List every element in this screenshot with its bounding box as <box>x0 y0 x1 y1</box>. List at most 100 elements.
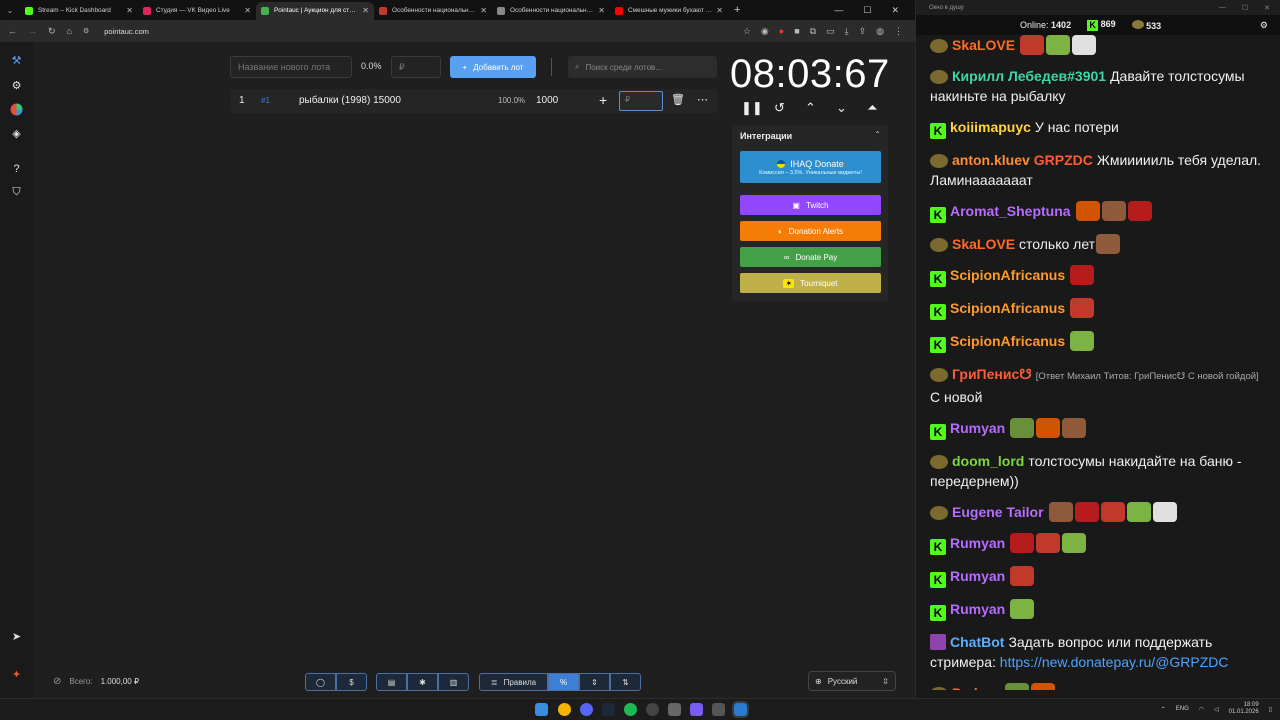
extension-icon[interactable]: ◉ <box>761 26 769 37</box>
compact-mode-button[interactable]: ⇕ <box>579 673 610 691</box>
chat-username[interactable]: ScipionAfricanus <box>950 300 1065 316</box>
steam-icon[interactable] <box>602 703 615 716</box>
wifi-icon[interactable]: ◠ <box>1199 706 1204 713</box>
bookmark-star-icon[interactable]: ☆ <box>743 26 751 37</box>
clear-button[interactable]: ▥ <box>438 673 469 691</box>
rules-button[interactable]: ≣ Правила <box>479 673 548 691</box>
chat-username[interactable]: ScipionAfricanus <box>950 267 1065 283</box>
maximize-icon[interactable]: ☐ <box>863 5 871 16</box>
shield-icon[interactable]: ⛉ <box>9 185 24 200</box>
save-button[interactable]: ▤ <box>376 673 407 691</box>
auction-hammer-icon[interactable]: ⚒ <box>9 53 24 68</box>
app-icon[interactable] <box>690 703 703 716</box>
add-lot-button[interactable]: + Добавить лот <box>450 56 536 78</box>
ihaq-donate-button[interactable]: IHAQ Donate Комиссия – 3,5%. Уникальные … <box>740 151 881 183</box>
reset-icon[interactable]: ↺ <box>772 100 787 116</box>
close-icon[interactable]: ✕ <box>1264 4 1270 12</box>
extension-icon[interactable]: ● <box>779 26 784 37</box>
twitch-button[interactable]: ▣ Twitch <box>740 195 881 215</box>
app-icon[interactable] <box>668 703 681 716</box>
tab-close-icon[interactable]: ✕ <box>126 6 133 15</box>
telegram-icon[interactable]: ➤ <box>9 629 24 644</box>
downloads-icon[interactable]: ⤓ <box>845 26 849 37</box>
settings-gear-icon[interactable]: ⚙ <box>9 78 24 93</box>
lot-bet-input[interactable]: ₽ <box>619 91 663 111</box>
chat-username[interactable]: koiiimapuyc <box>950 119 1031 135</box>
chat-username[interactable]: Rumyan <box>950 420 1005 436</box>
tab-search-icon[interactable]: ⌄ <box>0 6 20 15</box>
forward-icon[interactable]: → <box>28 26 37 36</box>
browser-tab[interactable]: Особенности национальной рыб ✕ <box>374 2 492 20</box>
notifications-icon[interactable]: ▯ <box>1269 706 1272 713</box>
lang-indicator[interactable]: ENG <box>1176 706 1189 712</box>
browser-tab[interactable]: Pointauc | Аукцион для стрима ✕ <box>256 1 374 20</box>
maximize-icon[interactable]: ☐ <box>1242 4 1248 12</box>
chat-username[interactable]: ScipionAfricanus <box>950 333 1065 349</box>
pause-icon[interactable]: ❚❚ <box>741 100 763 116</box>
collapse-chevron-icon[interactable]: ⌃ <box>874 130 881 139</box>
clock[interactable]: 18:09 01.01.2026 <box>1229 702 1259 716</box>
new-lot-amount-input[interactable] <box>391 56 441 78</box>
tab-close-icon[interactable]: ✕ <box>480 6 487 15</box>
url-field[interactable]: pointauc.com <box>104 27 149 36</box>
minimize-icon[interactable]: — <box>1219 4 1226 12</box>
github-button[interactable]: ◯ <box>305 673 336 691</box>
language-select[interactable]: ⊕ Русский ⇳ <box>808 671 896 691</box>
chat-username[interactable]: anton.kluev <box>952 152 1030 168</box>
home-icon[interactable]: ⌂ <box>67 26 72 36</box>
lot-search-input[interactable]: ⌕ Поиск среди лотов... <box>568 56 717 78</box>
discord-icon[interactable] <box>580 703 593 716</box>
sort-button[interactable]: ⇅ <box>610 673 641 691</box>
close-icon[interactable]: ✕ <box>891 5 899 16</box>
help-icon[interactable]: ? <box>9 161 24 176</box>
add-time-chevron-up-icon[interactable]: ⌃ <box>803 100 818 116</box>
chrome-icon[interactable] <box>558 703 571 716</box>
site-info-icon[interactable]: ⚙ <box>83 27 89 35</box>
tourniquet-button[interactable]: ✶ Tourniquet <box>740 273 881 293</box>
tab-close-icon[interactable]: ✕ <box>716 6 723 15</box>
profile-avatar[interactable]: ◍ <box>876 26 884 37</box>
chat-username[interactable]: ChatBot <box>950 634 1004 650</box>
delete-trash-icon[interactable]: 🗑 <box>671 93 685 106</box>
tab-close-icon[interactable]: ✕ <box>244 6 251 15</box>
chat-link[interactable]: https://new.donatepay.ru/@GRPZDC <box>1000 654 1229 670</box>
obs-icon[interactable] <box>646 703 659 716</box>
new-tab-button[interactable]: + <box>734 4 740 16</box>
start-windows-icon[interactable] <box>535 703 548 716</box>
chat-username[interactable]: doom_lord <box>952 453 1024 469</box>
menu-dots-icon[interactable]: ⋮ <box>894 26 903 37</box>
chat-username[interactable]: Rumyan <box>950 535 1005 551</box>
reload-icon[interactable]: ↻ <box>48 26 56 37</box>
active-app-icon[interactable] <box>732 701 749 718</box>
tab-close-icon[interactable]: ✕ <box>598 6 605 15</box>
hide-eye-icon[interactable]: ⊘ <box>53 676 61 687</box>
browser-tab[interactable]: Смешные мужики бухают на рыб✕ <box>610 2 728 20</box>
chat-username[interactable]: Rumyan <box>950 601 1005 617</box>
add-bet-plus-icon[interactable]: + <box>599 92 607 108</box>
tray-chevron-icon[interactable]: ⌃ <box>1161 706 1166 713</box>
share-icon[interactable]: ⇪ <box>859 26 867 37</box>
back-icon[interactable]: ← <box>8 26 17 36</box>
wheel-icon[interactable] <box>9 102 24 117</box>
chat-username[interactable]: Aromat_Sheptuna <box>950 203 1071 219</box>
bug-report-button[interactable]: ✱ <box>407 673 438 691</box>
minimize-icon[interactable]: — <box>834 5 843 16</box>
chat-username[interactable]: Padoru <box>952 685 1000 690</box>
lot-name[interactable]: рыбалки (1998) 15000 <box>299 95 401 106</box>
donate-button[interactable]: $ <box>336 673 367 691</box>
chat-username[interactable]: Rumyan <box>950 568 1005 584</box>
layers-icon[interactable]: ◈ <box>9 126 24 141</box>
subtract-time-chevron-down-icon[interactable]: ⌄ <box>834 100 849 116</box>
chat-username[interactable]: SkaLOVE <box>952 37 1015 53</box>
split-icon[interactable]: ▭ <box>826 26 835 37</box>
extensions-puzzle-icon[interactable]: ⧉ <box>810 26 816 37</box>
chat-username[interactable]: ГриПенис☋ <box>952 366 1032 382</box>
browser-tab[interactable]: Особенности национальной рыб ✕ <box>492 2 610 20</box>
browser-tab[interactable]: Студия — VK Видео Live ✕ <box>138 2 256 20</box>
new-lot-name-input[interactable] <box>230 56 352 78</box>
spotify-icon[interactable] <box>624 703 637 716</box>
settings-gear-icon[interactable]: ⚙ <box>1260 20 1280 31</box>
tab-close-icon[interactable]: ✕ <box>362 6 369 15</box>
app-icon[interactable] <box>712 703 725 716</box>
double-up-icon[interactable]: ⏶ <box>865 100 880 116</box>
